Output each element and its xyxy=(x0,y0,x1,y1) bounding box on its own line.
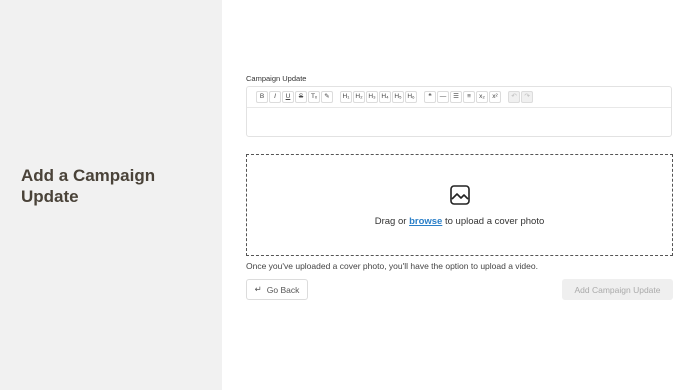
editor-toolbar: B I U S Tₓ ✎ H₁ H₂ H₃ H₄ H₅ H₆ ❝ — ☰ ≡ x… xyxy=(247,87,671,108)
italic-button[interactable]: I xyxy=(269,91,281,103)
quote-button[interactable]: ❝ xyxy=(424,91,436,103)
clear-format-button[interactable]: Tₓ xyxy=(308,91,320,103)
undo-button[interactable]: ↶ xyxy=(508,91,520,103)
campaign-update-label: Campaign Update xyxy=(246,74,307,83)
return-icon: ↵ xyxy=(254,284,262,294)
upload-hint: Once you've uploaded a cover photo, you'… xyxy=(246,261,538,271)
bold-button[interactable]: B xyxy=(256,91,268,103)
highlight-button[interactable]: ✎ xyxy=(321,91,333,103)
horizontal-rule-button[interactable]: — xyxy=(437,91,449,103)
cover-photo-dropzone[interactable]: Drag or browse to upload a cover photo xyxy=(246,154,673,256)
superscript-button[interactable]: x² xyxy=(489,91,501,103)
subscript-button[interactable]: x₂ xyxy=(476,91,488,103)
underline-button[interactable]: U xyxy=(282,91,294,103)
go-back-button[interactable]: ↵ Go Back xyxy=(246,279,308,300)
editor-content-area[interactable] xyxy=(247,108,671,136)
left-panel: Add a Campaign Update xyxy=(0,0,222,390)
add-campaign-update-button[interactable]: Add Campaign Update xyxy=(562,279,673,300)
dropzone-text-before: Drag or xyxy=(374,216,410,227)
h1-button[interactable]: H₁ xyxy=(340,91,352,103)
strike-button[interactable]: S xyxy=(295,91,307,103)
browse-link[interactable]: browse xyxy=(409,216,442,227)
dropzone-text-after: to upload a cover photo xyxy=(442,216,545,227)
redo-button[interactable]: ↷ xyxy=(521,91,533,103)
h5-button[interactable]: H₅ xyxy=(392,91,404,103)
h4-button[interactable]: H₄ xyxy=(379,91,391,103)
ordered-list-button[interactable]: ≡ xyxy=(463,91,475,103)
dropzone-text: Drag or browse to upload a cover photo xyxy=(247,216,672,227)
h2-button[interactable]: H₂ xyxy=(353,91,365,103)
go-back-label: Go Back xyxy=(266,284,300,295)
image-icon xyxy=(450,185,470,205)
rich-text-editor: B I U S Tₓ ✎ H₁ H₂ H₃ H₄ H₅ H₆ ❝ — ☰ ≡ x… xyxy=(246,86,672,137)
h6-button[interactable]: H₆ xyxy=(405,91,417,103)
add-campaign-update-label: Add Campaign Update xyxy=(574,284,661,295)
bullet-list-button[interactable]: ☰ xyxy=(450,91,462,103)
h3-button[interactable]: H₃ xyxy=(366,91,378,103)
page-title: Add a Campaign Update xyxy=(21,166,156,206)
